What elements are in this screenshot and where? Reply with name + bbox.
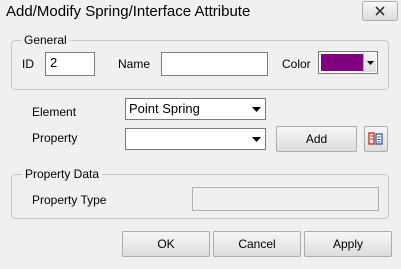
title-bar: Add/Modify Spring/Interface Attribute: [0, 0, 401, 24]
name-field[interactable]: [161, 52, 268, 76]
add-property-button[interactable]: Add: [276, 126, 357, 152]
ok-button[interactable]: OK: [122, 231, 210, 257]
apply-button[interactable]: Apply: [304, 231, 392, 257]
property-data-legend: Property Data: [22, 167, 103, 181]
chevron-down-icon: [248, 100, 264, 118]
chevron-down-icon: [248, 130, 264, 148]
property-type-label: Property Type: [32, 193, 107, 207]
property-manager-icon: [368, 132, 383, 145]
chevron-down-icon: [366, 60, 374, 65]
window-title: Add/Modify Spring/Interface Attribute: [6, 3, 251, 20]
property-select[interactable]: [125, 128, 266, 150]
cancel-button[interactable]: Cancel: [213, 231, 301, 257]
color-swatch: [321, 54, 363, 71]
element-select[interactable]: Point Spring: [125, 98, 266, 120]
property-manager-button[interactable]: [364, 126, 388, 152]
element-select-value: Point Spring: [129, 101, 200, 116]
element-label: Element: [32, 105, 77, 119]
general-legend: General: [21, 33, 70, 47]
close-icon: [375, 6, 385, 16]
color-dropdown-button[interactable]: [363, 53, 376, 72]
property-type-field: [192, 187, 379, 211]
id-label: ID: [22, 57, 34, 71]
color-picker[interactable]: [318, 51, 378, 74]
property-label: Property: [32, 131, 78, 145]
color-label: Color: [282, 57, 311, 71]
name-label: Name: [118, 57, 151, 71]
close-button[interactable]: [362, 1, 398, 21]
id-field[interactable]: 2: [45, 52, 95, 76]
